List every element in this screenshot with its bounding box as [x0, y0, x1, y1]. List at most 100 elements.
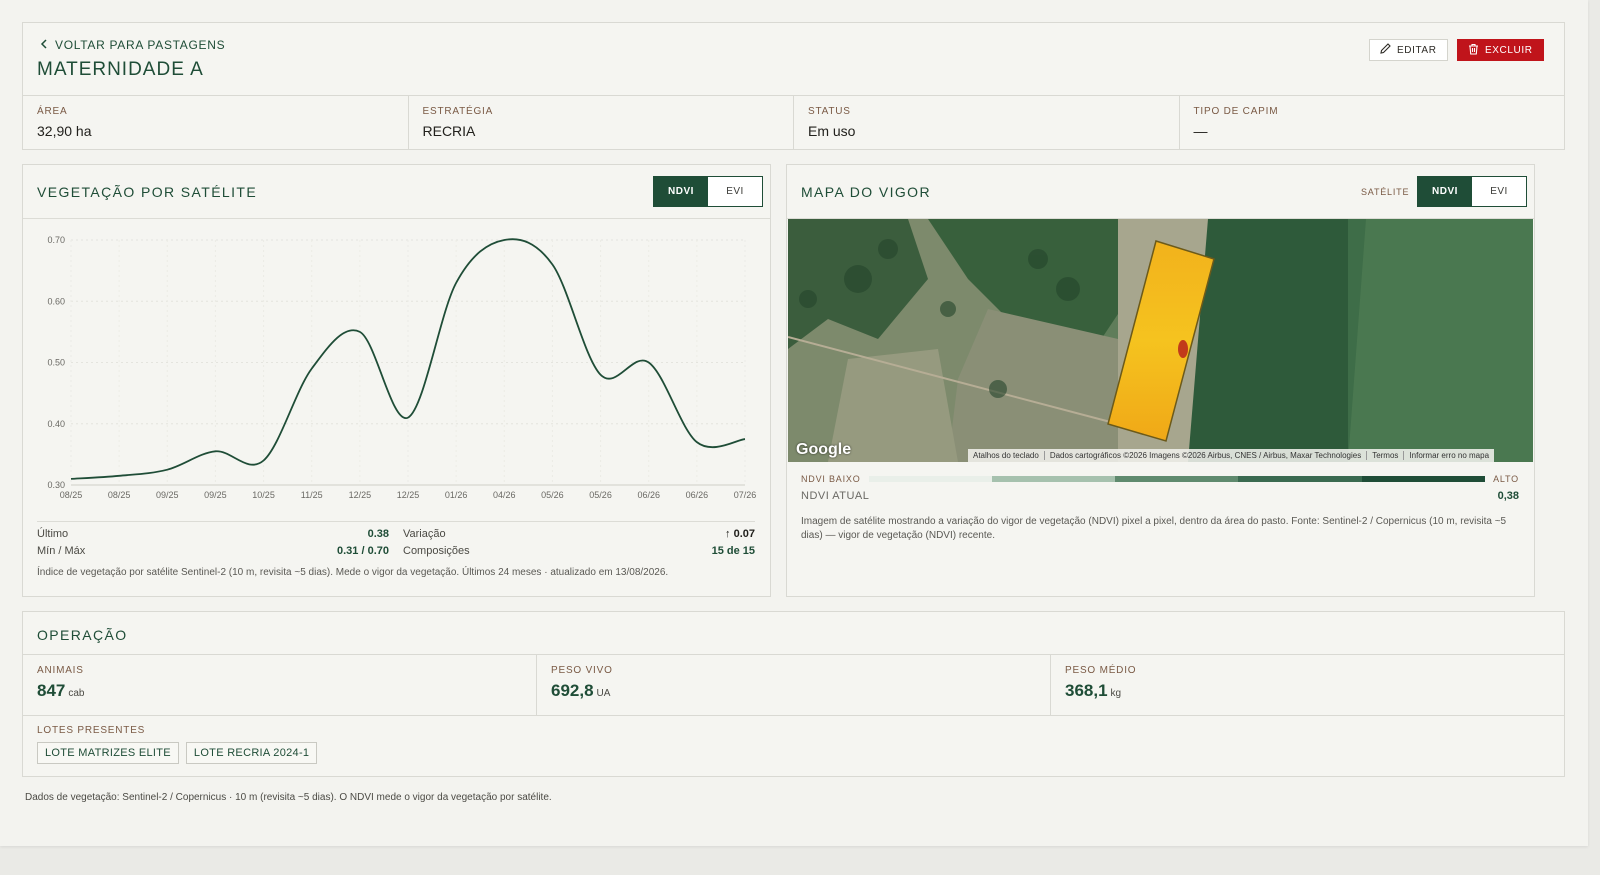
metric-animais: ANIMAIS 847 cab — [23, 655, 537, 715]
legend-gradient — [868, 476, 1486, 482]
delete-button[interactable]: EXCLUIR — [1457, 39, 1544, 61]
metric-value: 692,8 — [551, 681, 594, 700]
legend-swatch — [868, 476, 992, 482]
metric-label: ANIMAIS — [37, 665, 84, 676]
map-toggle-ndvi[interactable]: NDVI — [1418, 177, 1472, 206]
y-tick-label: 0.70 — [47, 235, 65, 245]
y-tick-label: 0.50 — [47, 358, 65, 368]
summary-row: Mín / Máx 0.31 / 0.70 Composições 15 de … — [37, 542, 755, 559]
chart-summary: Último 0.38 Variação ↑ 0.07 Mín / Máx 0.… — [37, 521, 755, 559]
legend-swatch — [1115, 476, 1239, 482]
metric-peso-vivo: PESO VIVO 692,8 UA — [537, 655, 1051, 715]
satellite-map[interactable]: Google Atalhos do teclado Dados cartográ… — [788, 219, 1533, 462]
map-index-toggle: NDVI EVI — [1417, 176, 1527, 207]
operation-title: OPERAÇÃO — [37, 627, 128, 643]
map-link-terms[interactable]: Termos — [1367, 451, 1405, 460]
map-link-shortcuts[interactable]: Atalhos do teclado — [968, 451, 1045, 460]
chevron-left-icon — [40, 38, 48, 52]
x-tick-label: 01/26 — [445, 490, 468, 500]
metric-label: PESO VIVO — [551, 665, 613, 676]
edit-button-label: EDITAR — [1397, 44, 1437, 56]
stat-value: RECRIA — [422, 123, 476, 139]
summary-label: Mín / Máx — [37, 544, 86, 557]
lote-chip[interactable]: LOTE MATRIZES ELITE — [37, 742, 179, 764]
index-toggle: NDVI EVI — [653, 176, 763, 207]
x-tick-label: 05/26 — [541, 490, 564, 500]
vigor-header: MAPA DO VIGOR SATÉLITE NDVI EVI — [787, 165, 1534, 219]
stat-estrategia: ESTRATÉGIA RECRIA — [409, 96, 794, 150]
pencil-icon — [1380, 43, 1391, 57]
stat-label: STATUS — [808, 106, 851, 117]
lotes-label: LOTES PRESENTES — [37, 725, 146, 736]
y-tick-label: 0.30 — [47, 480, 65, 490]
summary-label: Variação — [403, 527, 446, 540]
legend-swatch — [1361, 476, 1486, 482]
legend-high: ALTO — [1493, 474, 1519, 484]
y-tick-label: 0.60 — [47, 296, 65, 306]
satellite-label: SATÉLITE — [1361, 187, 1410, 197]
summary-minmax: Mín / Máx 0.31 / 0.70 — [37, 545, 399, 557]
map-link-data[interactable]: Dados cartográficos ©2026 Imagens ©2026 … — [1045, 451, 1368, 460]
x-tick-label: 06/26 — [686, 490, 709, 500]
x-tick-label: 06/26 — [637, 490, 660, 500]
lote-chip[interactable]: LOTE RECRIA 2024-1 — [185, 742, 318, 764]
divider — [37, 521, 755, 522]
trash-icon — [1468, 43, 1479, 58]
vigor-title: MAPA DO VIGOR — [801, 184, 931, 200]
map-link-report[interactable]: Informar erro no mapa — [1404, 451, 1494, 460]
toggle-ndvi[interactable]: NDVI — [654, 177, 708, 206]
metric-value-wrap: 847 cab — [37, 681, 522, 701]
stat-label: TIPO DE CAPIM — [1193, 106, 1279, 117]
summary-variacao: Variação ↑ 0.07 — [399, 528, 755, 540]
back-link[interactable]: VOLTAR PARA PASTAGENS — [40, 38, 225, 52]
stat-value: 32,90 ha — [37, 123, 92, 139]
summary-label: Composições — [403, 544, 470, 557]
x-tick-label: 10/25 — [252, 490, 275, 500]
metric-unit: cab — [68, 688, 85, 699]
summary-value: ↑ 0.07 — [725, 527, 755, 540]
ndvi-current-label: NDVI ATUAL — [801, 490, 870, 502]
edit-button[interactable]: EDITAR — [1369, 39, 1448, 61]
x-tick-label: 11/25 — [301, 490, 323, 500]
summary-ultimo: Último 0.38 — [37, 528, 399, 540]
lotes-list: LOTE MATRIZES ELITE LOTE RECRIA 2024-1 — [37, 742, 318, 764]
stat-tipo-capim: TIPO DE CAPIM — — [1180, 96, 1565, 150]
ndvi-legend: NDVI BAIXO ALTO — [801, 472, 1519, 486]
vegetation-card: VEGETAÇÃO POR SATÉLITE NDVI EVI 0.70 0.60… — [22, 164, 771, 597]
metric-unit: kg — [1110, 688, 1122, 699]
vegetation-title: VEGETAÇÃO POR SATÉLITE — [37, 184, 258, 200]
operation-card: OPERAÇÃO ANIMAIS 847 cab PESO VIVO 692,8 U… — [22, 611, 1565, 777]
metric-value-wrap: 368,1 kg — [1065, 681, 1550, 701]
map-attribution: Atalhos do teclado Dados cartográficos ©… — [968, 449, 1495, 462]
operation-metrics: ANIMAIS 847 cab PESO VIVO 692,8 UA PESO MÉ… — [23, 654, 1564, 716]
ndvi-current-value: 0,38 — [1497, 490, 1519, 502]
stat-status: STATUS Em uso — [794, 96, 1180, 150]
metric-value-wrap: 692,8 UA — [551, 681, 1036, 701]
summary-value: 0.38 — [367, 527, 389, 540]
stats-row: ÁREA 32,90 ha ESTRATÉGIA RECRIA STATUS E… — [23, 95, 1564, 150]
ndvi-current: NDVI ATUAL 0,38 — [801, 490, 1519, 502]
map-note: Imagem de satélite mostrando a variação … — [801, 516, 1507, 541]
metric-unit: UA — [596, 688, 611, 699]
stat-label: ESTRATÉGIA — [422, 106, 494, 117]
x-tick-label: 05/26 — [589, 490, 612, 500]
map-toggle-evi[interactable]: EVI — [1472, 177, 1526, 206]
satellite-imagery — [788, 219, 1533, 462]
google-logo: Google — [796, 441, 852, 458]
x-tick-label: 08/25 — [108, 490, 131, 500]
legend-swatch — [991, 476, 1116, 482]
summary-value: 15 de 15 — [711, 544, 755, 557]
x-tick-label: 12/25 — [397, 490, 420, 500]
metric-peso-medio: PESO MÉDIO 368,1 kg — [1051, 655, 1564, 715]
toggle-evi[interactable]: EVI — [708, 177, 762, 206]
page: VOLTAR PARA PASTAGENS MATERNIDADE A EDIT… — [0, 0, 1588, 846]
footer-note: Dados de vegetação: Sentinel-2 / Coperni… — [25, 792, 552, 803]
stat-value: Em uso — [808, 123, 856, 139]
header-card: VOLTAR PARA PASTAGENS MATERNIDADE A EDIT… — [22, 22, 1565, 150]
chart-note: Índice de vegetação por satélite Sentine… — [37, 567, 669, 578]
x-tick-label: 04/26 — [493, 490, 516, 500]
summary-row: Último 0.38 Variação ↑ 0.07 — [37, 525, 755, 542]
x-tick-label: 12/25 — [349, 490, 372, 500]
legend-swatch — [1238, 476, 1362, 482]
delete-button-label: EXCLUIR — [1485, 44, 1533, 56]
